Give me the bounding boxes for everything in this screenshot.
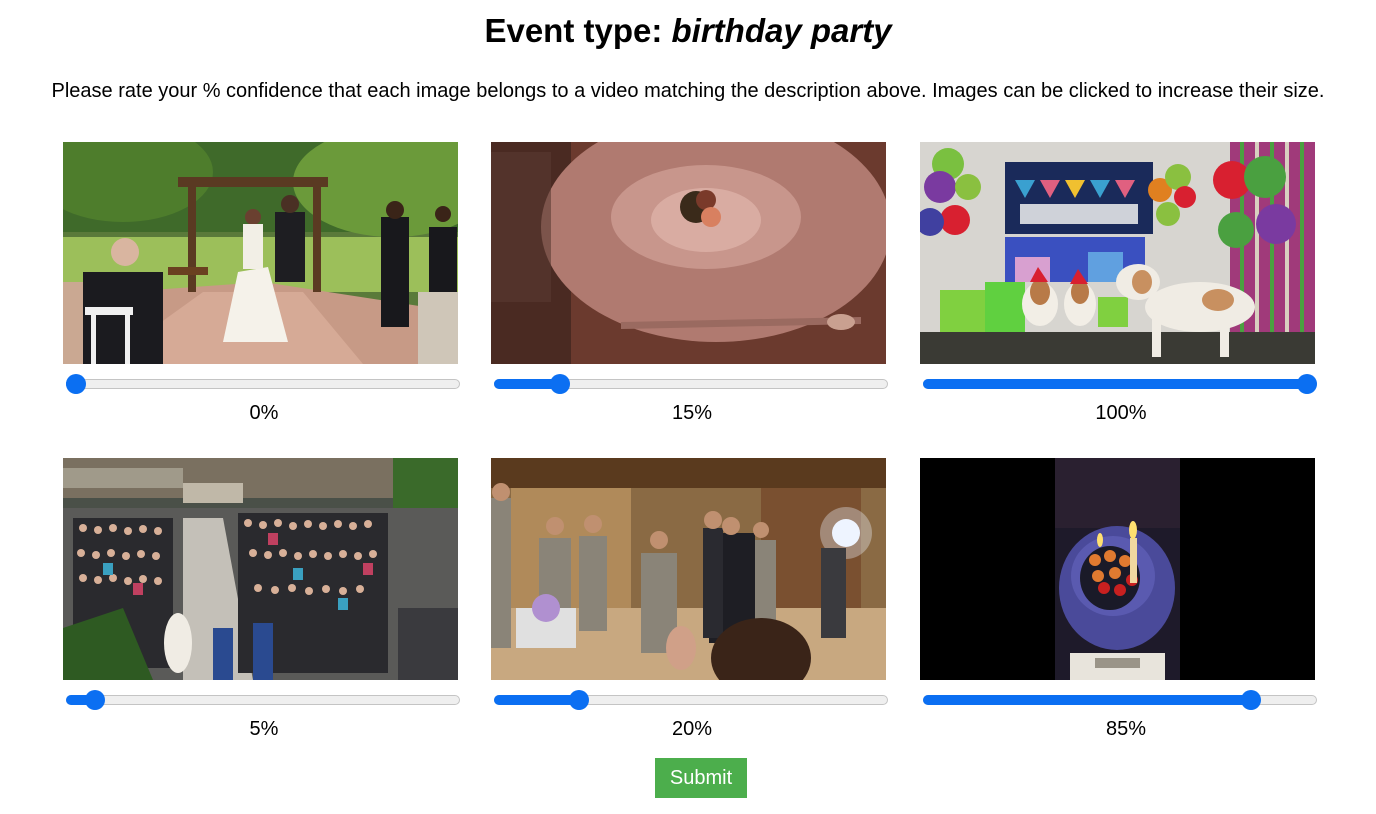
confidence-slider[interactable] <box>923 689 1317 711</box>
confidence-value: 85% <box>1105 718 1147 740</box>
confidence-slider[interactable] <box>494 373 888 395</box>
confidence-value: 20% <box>671 718 713 740</box>
submit-button[interactable]: Submit <box>655 758 747 798</box>
slider-track <box>66 379 460 389</box>
confidence-value: 0% <box>249 402 279 424</box>
video-frame-image[interactable] <box>920 142 1315 364</box>
instructions-text: Please rate your % confidence that each … <box>51 80 1325 102</box>
confidence-value: 100% <box>1095 402 1147 424</box>
slider-handle[interactable] <box>66 374 86 394</box>
confidence-value: 5% <box>249 718 279 740</box>
slider-track <box>66 695 460 705</box>
slider-fill <box>923 695 1251 705</box>
confidence-slider[interactable] <box>494 689 888 711</box>
title-prefix: Event type: <box>484 12 672 49</box>
page-title: Event type: birthday party <box>0 10 1376 52</box>
slider-fill <box>494 695 579 705</box>
video-frame-image[interactable] <box>63 458 458 680</box>
slider-handle[interactable] <box>1297 374 1317 394</box>
slider-fill <box>923 379 1307 389</box>
event-type: birthday party <box>671 12 892 49</box>
video-frame-image[interactable] <box>920 458 1315 680</box>
confidence-slider[interactable] <box>923 373 1317 395</box>
confidence-slider[interactable] <box>66 689 460 711</box>
slider-handle[interactable] <box>550 374 571 394</box>
video-frame-image[interactable] <box>491 458 886 680</box>
video-frame-image[interactable] <box>491 142 886 364</box>
confidence-value: 15% <box>671 402 713 424</box>
slider-handle[interactable] <box>84 690 105 710</box>
video-frame-image[interactable] <box>63 142 458 364</box>
slider-handle[interactable] <box>1240 690 1261 710</box>
slider-handle[interactable] <box>568 690 589 710</box>
confidence-slider[interactable] <box>66 373 460 395</box>
